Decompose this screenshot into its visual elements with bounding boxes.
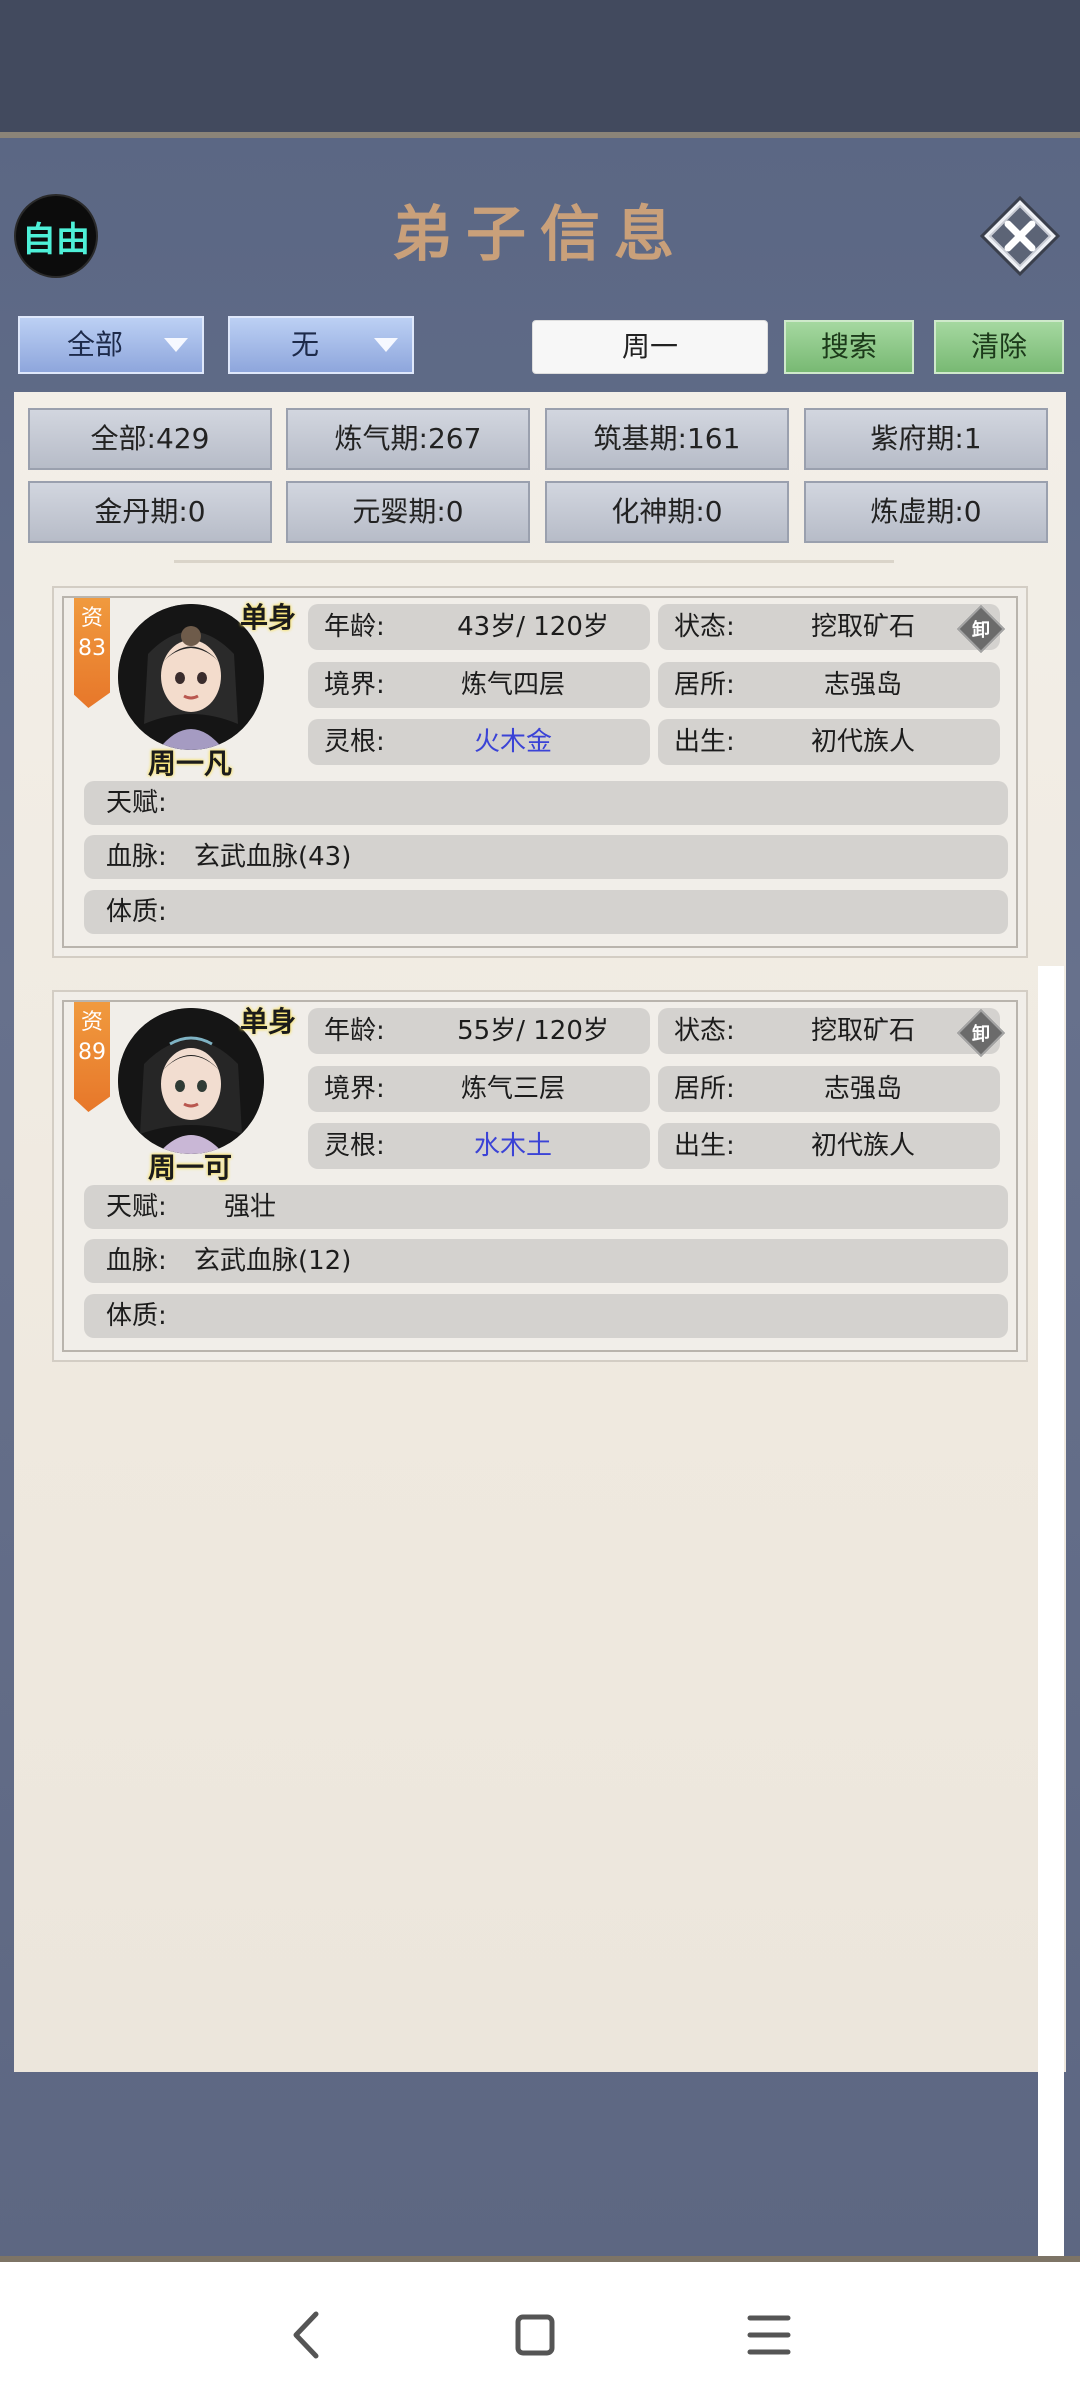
- birth-value: 初代族人: [810, 727, 915, 757]
- birth-field: 出生: 初代族人: [658, 1123, 1000, 1169]
- residence-value: 志强岛: [823, 1074, 902, 1104]
- birth-label: 出生:: [674, 727, 735, 757]
- secondary-dropdown-value: 无: [290, 328, 319, 361]
- stat-filter-zhuji[interactable]: 筑基期:161: [545, 408, 789, 470]
- stat-filter-huashen[interactable]: 化神期:0: [545, 481, 789, 543]
- spirit-root-label: 灵根:: [324, 727, 385, 757]
- close-icon: [980, 196, 1060, 276]
- age-value: 43岁/ 120岁: [457, 612, 609, 642]
- aptitude-label: 资: [80, 606, 103, 631]
- chevron-down-icon: [164, 338, 188, 352]
- residence-label: 居所:: [674, 670, 735, 700]
- disciple-card[interactable]: 资 83 单身 周一凡 年龄: 43岁/ 120岁 状态: 挖取矿石 卸 境界:…: [52, 586, 1028, 958]
- aptitude-value: 83: [78, 636, 106, 661]
- spirit-root-value: 水木土: [473, 1131, 552, 1161]
- talent-label: 天赋:: [106, 1192, 167, 1222]
- age-field: 年龄: 43岁/ 120岁: [308, 604, 650, 650]
- realm-label: 境界:: [324, 1074, 385, 1104]
- status-label: 状态:: [674, 1016, 735, 1046]
- bloodline-value: 玄武血脉(43): [194, 842, 352, 872]
- age-value: 55岁/ 120岁: [457, 1016, 609, 1046]
- bloodline-field: 血脉: 玄武血脉(12): [84, 1239, 1008, 1283]
- talent-value: 强壮: [224, 1192, 277, 1222]
- realm-value: 炼气四层: [460, 670, 565, 700]
- bloodline-value: 玄武血脉(12): [194, 1246, 352, 1276]
- physique-field: 体质:: [84, 1294, 1008, 1338]
- close-button[interactable]: [980, 196, 1060, 276]
- back-icon[interactable]: [282, 2300, 328, 2370]
- spirit-root-field: 灵根: 火木金: [308, 719, 650, 765]
- physique-field: 体质:: [84, 890, 1008, 934]
- free-mode-label: 自由: [22, 219, 90, 260]
- residence-field: 居所: 志强岛: [658, 662, 1000, 708]
- spirit-root-label: 灵根:: [324, 1131, 385, 1161]
- talent-label: 天赋:: [106, 788, 167, 818]
- realm-value: 炼气三层: [460, 1074, 565, 1104]
- status-field: 状态: 挖取矿石: [658, 604, 1000, 650]
- chevron-down-icon: [374, 338, 398, 352]
- status-value: 挖取矿石: [810, 1016, 915, 1046]
- disciple-list-panel: 全部:429 炼气期:267 筑基期:161 紫府期:1 金丹期:0 元婴期:0…: [14, 392, 1066, 2350]
- unload-button[interactable]: 卸: [956, 604, 1006, 654]
- status-value: 挖取矿石: [810, 612, 915, 642]
- aptitude-label: 资: [80, 1010, 103, 1035]
- category-dropdown[interactable]: 全部: [18, 316, 204, 374]
- talent-field: 天赋:: [84, 781, 1008, 825]
- clear-button[interactable]: 清除: [934, 320, 1064, 374]
- secondary-dropdown[interactable]: 无: [228, 316, 414, 374]
- free-mode-button[interactable]: 自由: [16, 196, 96, 276]
- bloodline-field: 血脉: 玄武血脉(43): [84, 835, 1008, 879]
- realm-field: 境界: 炼气四层: [308, 662, 650, 708]
- status-area: [0, 0, 1080, 136]
- status-field: 状态: 挖取矿石: [658, 1008, 1000, 1054]
- age-label: 年龄:: [324, 1016, 385, 1046]
- menu-icon[interactable]: [746, 2300, 792, 2370]
- residence-field: 居所: 志强岛: [658, 1066, 1000, 1112]
- search-input[interactable]: 周一: [532, 320, 768, 374]
- physique-label: 体质:: [106, 1301, 167, 1331]
- disciple-name: 周一可: [147, 1151, 232, 1184]
- realm-label: 境界:: [324, 670, 385, 700]
- search-button[interactable]: 搜索: [784, 320, 914, 374]
- birth-value: 初代族人: [810, 1131, 915, 1161]
- stat-filter-lianxu[interactable]: 炼虚期:0: [804, 481, 1048, 543]
- aptitude-value: 89: [78, 1040, 106, 1065]
- marital-status: 单身: [240, 601, 297, 634]
- physique-label: 体质:: [106, 897, 167, 927]
- page-title: 弟子信息: [392, 200, 688, 270]
- birth-field: 出生: 初代族人: [658, 719, 1000, 765]
- category-dropdown-value: 全部: [66, 328, 123, 361]
- marital-status: 单身: [240, 1005, 297, 1038]
- disciple-card[interactable]: 资 89 单身 周一可 年龄: 55岁/ 120岁 状态: 挖取矿石 卸 境界:…: [52, 990, 1028, 1362]
- birth-label: 出生:: [674, 1131, 735, 1161]
- disciple-name: 周一凡: [147, 747, 232, 780]
- bloodline-label: 血脉:: [106, 842, 167, 872]
- stat-filter-zifu[interactable]: 紫府期:1: [804, 408, 1048, 470]
- home-icon[interactable]: [512, 2300, 558, 2370]
- divider: [174, 560, 894, 563]
- realm-field: 境界: 炼气三层: [308, 1066, 650, 1112]
- aptitude-tag: 资 89: [74, 1002, 110, 1112]
- unload-label: 卸: [972, 1024, 990, 1045]
- spirit-root-field: 灵根: 水木土: [308, 1123, 650, 1169]
- residence-label: 居所:: [674, 1074, 735, 1104]
- residence-value: 志强岛: [823, 670, 902, 700]
- unload-label: 卸: [972, 620, 990, 641]
- age-label: 年龄:: [324, 612, 385, 642]
- talent-field: 天赋: 强壮: [84, 1185, 1008, 1229]
- bloodline-label: 血脉:: [106, 1246, 167, 1276]
- spirit-root-value: 火木金: [473, 727, 552, 757]
- stat-filter-lianqi[interactable]: 炼气期:267: [286, 408, 530, 470]
- unload-button[interactable]: 卸: [956, 1008, 1006, 1058]
- age-field: 年龄: 55岁/ 120岁: [308, 1008, 650, 1054]
- stat-filter-all[interactable]: 全部:429: [28, 408, 272, 470]
- scrollbar[interactable]: [1038, 966, 1064, 2350]
- aptitude-tag: 资 83: [74, 598, 110, 708]
- stat-filter-jindan[interactable]: 金丹期:0: [28, 481, 272, 543]
- stat-filter-yuanying[interactable]: 元婴期:0: [286, 481, 530, 543]
- status-label: 状态:: [674, 612, 735, 642]
